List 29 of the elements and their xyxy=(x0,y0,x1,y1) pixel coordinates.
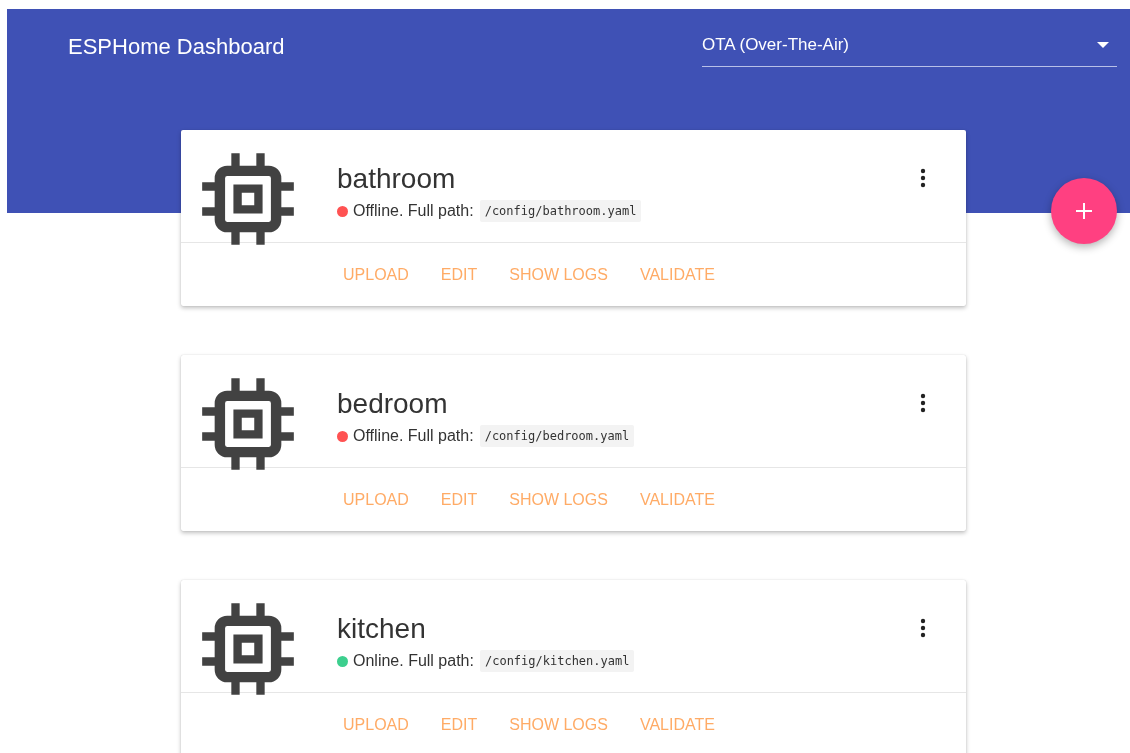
status-text: Offline. Full path: xyxy=(353,202,474,220)
status-text: Online. Full path: xyxy=(353,652,474,670)
more-menu-icon[interactable] xyxy=(920,618,926,638)
upload-mode-select[interactable]: OTA (Over-The-Air) xyxy=(702,9,1117,67)
card-action-button[interactable]: VALIDATE xyxy=(631,259,723,290)
device-name: kitchen xyxy=(337,612,427,646)
device-name: bedroom xyxy=(337,387,449,421)
add-button[interactable] xyxy=(1051,178,1117,244)
app-title: ESPHome Dashboard xyxy=(68,34,285,60)
card-action-button[interactable]: SHOW LOGS xyxy=(501,709,616,740)
caret-icon xyxy=(1097,41,1109,48)
card-action-button[interactable]: EDIT xyxy=(432,709,486,740)
more-menu-icon[interactable] xyxy=(920,393,926,413)
card-action-button[interactable]: VALIDATE xyxy=(631,484,723,515)
card-action-button[interactable]: UPLOAD xyxy=(335,709,417,740)
card-action-button[interactable]: SHOW LOGS xyxy=(501,484,616,515)
card-action-button[interactable]: UPLOAD xyxy=(335,259,417,290)
more-menu-icon[interactable] xyxy=(920,168,926,188)
card-action-button[interactable]: EDIT xyxy=(432,484,486,515)
card-action-button[interactable]: SHOW LOGS xyxy=(501,259,616,290)
plus-icon xyxy=(1074,201,1094,221)
status-text: Offline. Full path: xyxy=(353,427,474,445)
config-path: /config/bedroom.yaml xyxy=(479,425,635,447)
device-name: bathroom xyxy=(337,162,457,196)
card-action-button[interactable]: VALIDATE xyxy=(631,709,723,740)
card-action-button[interactable]: EDIT xyxy=(432,259,486,290)
config-path: /config/bathroom.yaml xyxy=(479,200,642,222)
config-path: /config/kitchen.yaml xyxy=(479,650,635,672)
card-action-button[interactable]: UPLOAD xyxy=(335,484,417,515)
